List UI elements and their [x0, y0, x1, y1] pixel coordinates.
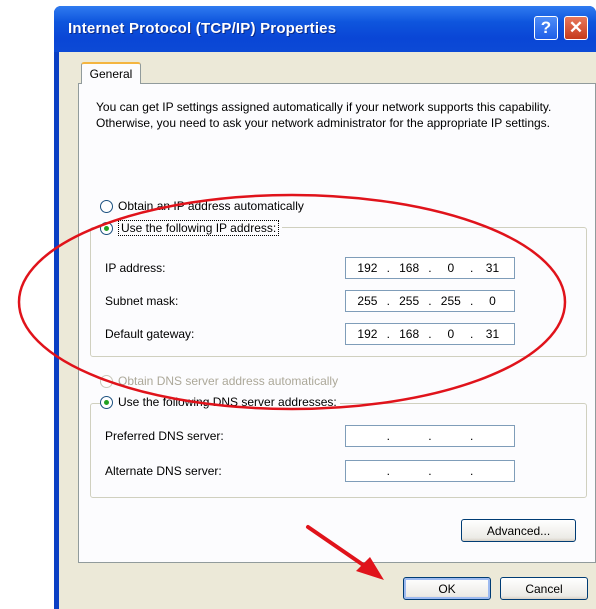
octet-dot: . [428, 294, 432, 308]
default-gateway-row: Default gateway: 192. 168. 0. 31 [105, 322, 525, 346]
dns-server-group: Preferred DNS server: . . . Alternate DN… [90, 403, 587, 498]
help-button[interactable]: ? [534, 16, 558, 40]
octet-dot: . [469, 429, 474, 443]
octet: 255 [357, 294, 378, 308]
octet-dot: . [428, 261, 432, 275]
radio-label: Use the following DNS server addresses: [118, 395, 337, 409]
intro-text: You can get IP settings assigned automat… [96, 100, 552, 130]
octet-dot: . [386, 294, 390, 308]
preferred-dns-row: Preferred DNS server: . . . [105, 424, 525, 448]
window-title: Internet Protocol (TCP/IP) Properties [68, 20, 337, 37]
octet: 255 [399, 294, 420, 308]
radio-label: Use the following IP address: [118, 220, 280, 236]
preferred-dns-label: Preferred DNS server: [105, 429, 224, 443]
close-icon: ✕ [568, 18, 584, 37]
close-button[interactable]: ✕ [564, 16, 588, 40]
octet: 31 [485, 327, 500, 341]
subnet-mask-input[interactable]: 255. 255. 255. 0 [345, 290, 515, 312]
ip-address-row: IP address: 192. 168. 0. 31 [105, 256, 525, 280]
default-gateway-input[interactable]: 192. 168. 0. 31 [345, 323, 515, 345]
octet: 31 [485, 261, 500, 275]
octet-dot: . [428, 327, 432, 341]
octet-dot: . [469, 327, 474, 341]
octet-dot: . [428, 429, 432, 443]
tcpip-properties-window: Internet Protocol (TCP/IP) Properties ? … [54, 6, 596, 609]
subnet-mask-row: Subnet mask: 255. 255. 255. 0 [105, 289, 525, 313]
radio-label: Obtain an IP address automatically [118, 199, 304, 213]
octet: 0 [447, 327, 455, 341]
octet: 0 [447, 261, 455, 275]
obtain-ip-automatically-radio[interactable]: Obtain an IP address automatically [100, 199, 304, 213]
title-bar[interactable]: Internet Protocol (TCP/IP) Properties ? … [54, 6, 596, 52]
octet-dot: . [469, 261, 474, 275]
radio-indicator [100, 221, 113, 235]
radio-label: Obtain DNS server address automatically [118, 374, 339, 388]
advanced-button[interactable]: Advanced... [461, 519, 576, 542]
dialog-client-area: General You can get IP settings assigned… [59, 52, 596, 609]
octet-dot: . [428, 464, 432, 478]
octet-dot: . [386, 429, 390, 443]
octet-dot: . [469, 294, 474, 308]
octet-dot: . [469, 464, 474, 478]
general-tab-panel: You can get IP settings assigned automat… [78, 83, 596, 563]
alternate-dns-row: Alternate DNS server: . . . [105, 459, 525, 483]
radio-indicator [100, 374, 113, 388]
ip-address-input[interactable]: 192. 168. 0. 31 [345, 257, 515, 279]
radio-indicator [100, 199, 113, 213]
use-following-dns-radio[interactable]: Use the following DNS server addresses: [100, 395, 340, 409]
octet: 192 [357, 327, 378, 341]
octet-dot: . [386, 261, 390, 275]
use-following-ip-radio[interactable]: Use the following IP address: [100, 220, 283, 236]
ok-button[interactable]: OK [403, 577, 491, 600]
alternate-dns-label: Alternate DNS server: [105, 464, 222, 478]
octet: 0 [489, 294, 496, 308]
cancel-button[interactable]: Cancel [500, 577, 588, 600]
octet: 168 [399, 261, 420, 275]
tab-general[interactable]: General [81, 62, 141, 84]
preferred-dns-input[interactable]: . . . [345, 425, 515, 447]
default-gateway-label: Default gateway: [105, 327, 195, 341]
octet: 168 [399, 327, 420, 341]
obtain-dns-automatically-radio[interactable]: Obtain DNS server address automatically [100, 374, 338, 388]
octet: 192 [357, 261, 378, 275]
ip-address-label: IP address: [105, 261, 166, 275]
alternate-dns-input[interactable]: . . . [345, 460, 515, 482]
subnet-mask-label: Subnet mask: [105, 294, 179, 308]
radio-indicator [100, 395, 113, 409]
help-icon: ? [540, 18, 552, 37]
octet-dot: . [386, 327, 390, 341]
ip-address-group: IP address: 192. 168. 0. 31 Subnet mask:… [90, 227, 587, 357]
octet-dot: . [386, 464, 390, 478]
octet: 255 [440, 294, 461, 308]
